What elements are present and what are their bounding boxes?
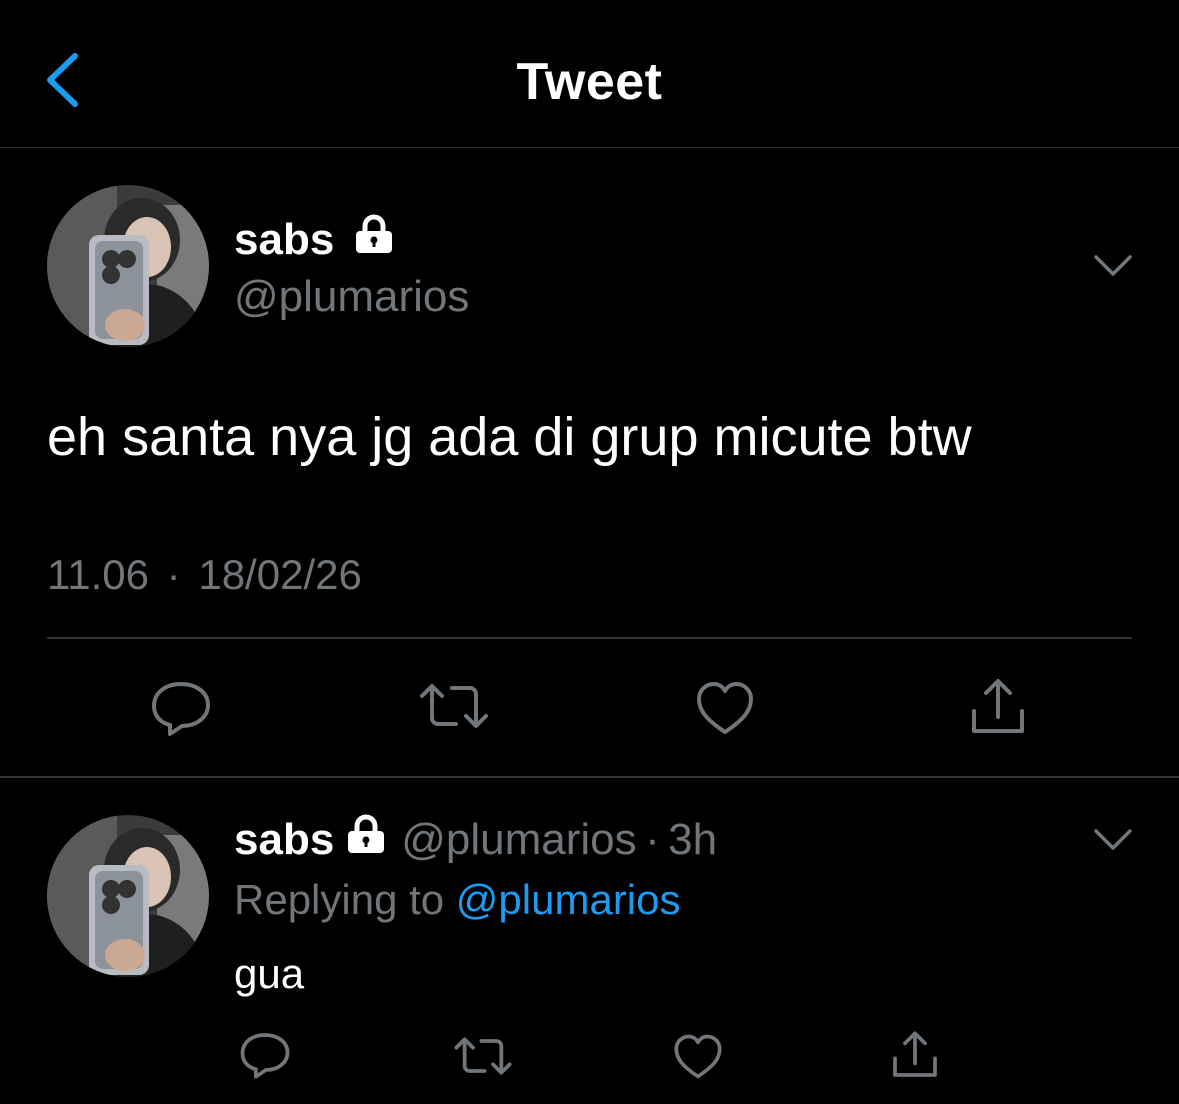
replying-to-handle-link[interactable]: @plumarios — [456, 876, 681, 923]
tweet-time: 11.06 — [47, 551, 149, 598]
tweet-date: 18/02/26 — [198, 551, 362, 598]
author-handle[interactable]: @plumarios — [234, 272, 469, 322]
reply-retweet-button[interactable] — [453, 1034, 513, 1083]
author-name[interactable]: sabs — [234, 214, 395, 265]
meta-separator: · — [645, 815, 660, 864]
reply-header: sabs @plumarios · 3h — [234, 814, 717, 865]
reply-age: 3h — [668, 815, 718, 864]
top-bar: Tweet — [0, 0, 1179, 148]
like-icon — [674, 1034, 722, 1079]
avatar-image — [47, 185, 209, 347]
reply-like-button[interactable] — [673, 1033, 723, 1085]
share-button[interactable] — [968, 677, 1028, 742]
avatar-image — [47, 815, 209, 977]
like-button[interactable] — [695, 680, 755, 741]
chevron-down-icon — [1094, 829, 1132, 850]
tweet-text: eh santa nya jg ada di grup micute btw — [47, 407, 972, 467]
page-title: Tweet — [516, 53, 663, 111]
author-name-text: sabs — [234, 215, 335, 264]
divider — [47, 637, 1132, 639]
lock-icon — [347, 814, 384, 853]
reply-avatar[interactable] — [47, 815, 209, 977]
retweet-icon — [454, 1037, 512, 1075]
reply-more-options-button[interactable] — [1093, 827, 1133, 858]
replying-to-line: Replying to @plumarios — [234, 876, 681, 924]
reply-icon — [240, 1033, 290, 1079]
reply-share-button[interactable] — [890, 1030, 940, 1085]
divider — [0, 776, 1179, 778]
tweet-timestamp: 11.06 · 18/02/26 — [47, 551, 362, 599]
share-icon — [893, 1031, 937, 1077]
more-options-button[interactable] — [1093, 253, 1133, 284]
reply-author-handle[interactable]: @plumarios — [401, 815, 636, 864]
retweet-button[interactable] — [418, 680, 490, 737]
retweet-icon — [420, 684, 488, 728]
reply-reply-button[interactable] — [239, 1030, 291, 1085]
reply-button[interactable] — [150, 678, 212, 743]
chevron-down-icon — [1094, 255, 1132, 276]
share-icon — [972, 679, 1024, 733]
like-icon — [697, 682, 753, 734]
avatar[interactable] — [47, 185, 209, 347]
reply-text: gua — [234, 950, 305, 997]
meta-separator: · — [166, 551, 181, 598]
reply-author-name[interactable]: sabs — [234, 815, 334, 864]
replying-to-label: Replying to — [234, 876, 445, 923]
reply-icon — [152, 682, 210, 736]
lock-icon — [355, 214, 392, 253]
